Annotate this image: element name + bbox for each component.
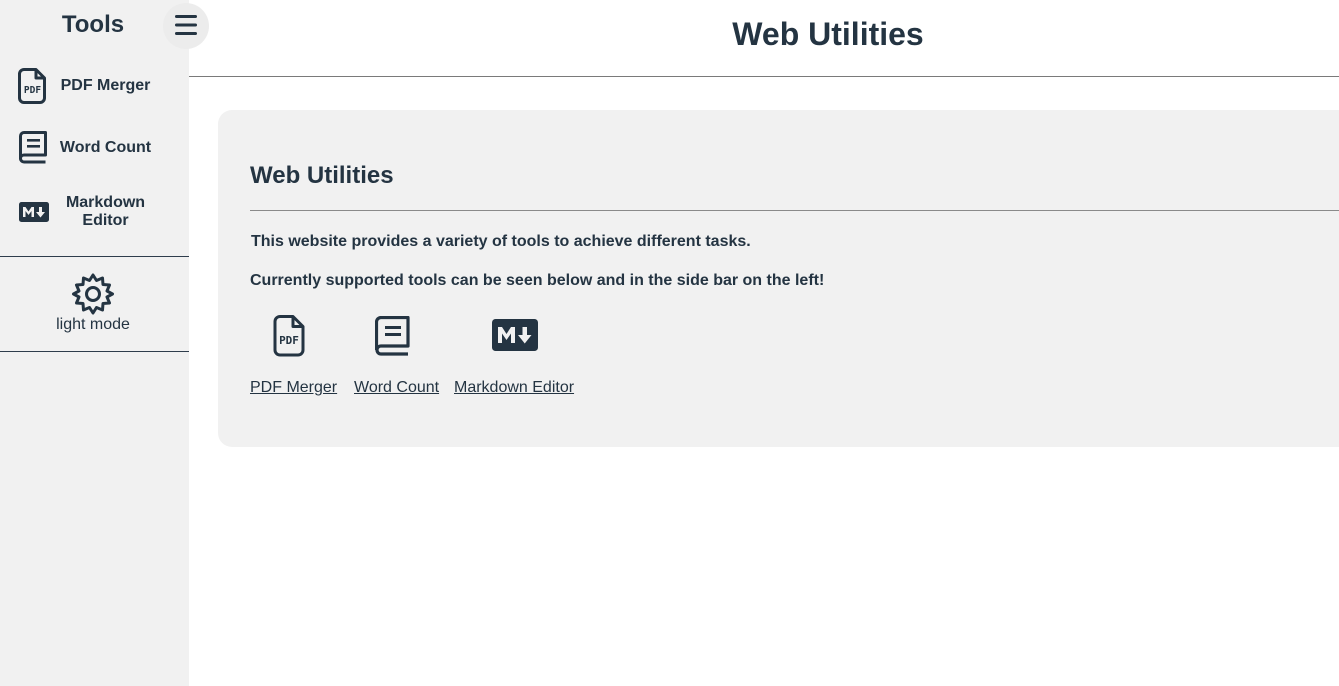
sidebar-item-pdf-merger[interactable]: PDF PDF Merger — [0, 68, 189, 104]
markdown-icon — [492, 319, 538, 351]
sidebar: Tools PDF PDF Merger Word Count Markdown… — [0, 0, 209, 686]
markdown-icon — [19, 202, 49, 222]
sidebar-item-label: PDF Merger — [60, 77, 151, 94]
page-header: Web Utilities — [189, 0, 1339, 77]
tool-link-label[interactable]: Markdown Editor — [454, 379, 574, 397]
sidebar-item-markdown-editor[interactable]: Markdown Editor — [0, 193, 189, 231]
sidebar-item-label: Word Count — [59, 139, 152, 156]
pdf-file-icon: PDF — [18, 68, 46, 104]
sidebar-title: Tools — [61, 11, 125, 38]
sidebar-divider — [0, 256, 189, 257]
page-title: Web Utilities — [732, 16, 924, 52]
book-icon — [19, 131, 47, 164]
tool-link-label[interactable]: PDF Merger — [250, 379, 337, 397]
theme-toggle-button[interactable]: light mode — [0, 270, 189, 340]
card-title: Web Utilities — [250, 162, 394, 189]
pdf-file-icon: PDF — [273, 315, 305, 357]
tool-link-label[interactable]: Word Count — [354, 379, 439, 397]
supported-tools-text: Currently supported tools can be seen be… — [250, 272, 825, 289]
description-text: This website provides a variety of tools… — [251, 233, 751, 250]
card-divider — [250, 210, 1339, 211]
svg-text:PDF: PDF — [279, 334, 299, 347]
book-icon — [375, 316, 410, 356]
sidebar-divider — [0, 351, 189, 352]
sidebar-item-word-count[interactable]: Word Count — [0, 131, 189, 165]
content-card: Web Utilities This website provides a va… — [218, 110, 1339, 447]
gear-icon — [72, 273, 114, 315]
theme-toggle-label: light mode — [56, 316, 130, 333]
svg-text:PDF: PDF — [24, 85, 41, 96]
sidebar-item-label: Markdown Editor — [65, 194, 146, 229]
